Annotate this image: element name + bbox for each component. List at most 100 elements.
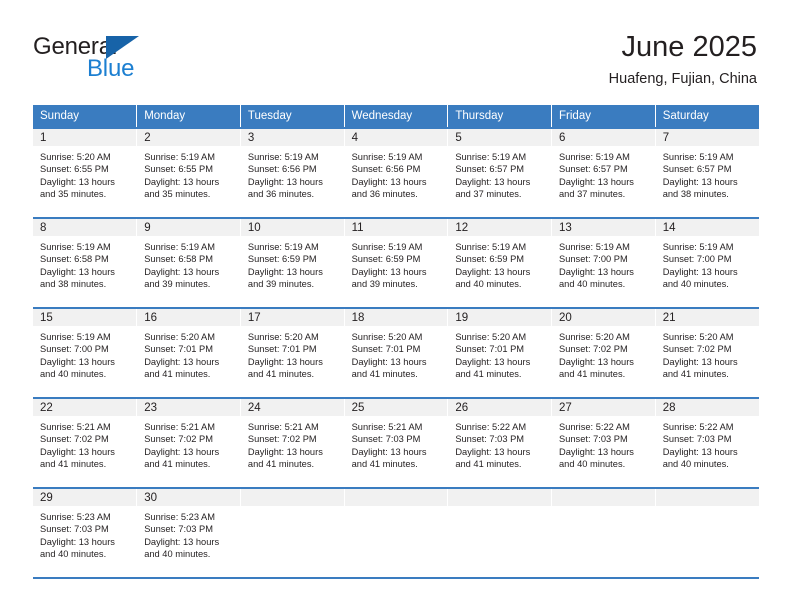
calendar-day-cell[interactable]: 28 Sunrise: 5:22 AM Sunset: 7:03 PM Dayligh… (655, 397, 759, 488)
sunset-time: Sunset: 6:57 PM (455, 164, 525, 175)
calendar-day-cell[interactable]: 25 Sunrise: 5:21 AM Sunset: 7:03 PM Dayligh… (344, 397, 449, 488)
sunrise-time: Sunrise: 5:19 AM (559, 152, 630, 162)
sunrise-time: Sunrise: 5:23 AM (40, 512, 111, 522)
day-cell-inner: 26 Sunrise: 5:22 AM Sunset: 7:03 PM Dayligh… (448, 399, 552, 487)
calendar-day-cell[interactable]: 15 Sunrise: 5:19 AM Sunset: 7:00 PM Dayligh… (33, 307, 138, 398)
daylight-duration-line2: and 39 minutes. (351, 279, 418, 290)
calendar-week-row: 22 Sunrise: 5:21 AM Sunset: 7:02 PM Dayligh… (33, 397, 759, 488)
sunset-time: Sunset: 7:02 PM (144, 434, 213, 445)
sunrise-time: Sunrise: 5:21 AM (351, 422, 423, 432)
calendar-day-cell[interactable]: 7 Sunrise: 5:19 AM Sunset: 6:57 PM Daylight… (655, 127, 759, 218)
daylight-duration-line1: Daylight: 13 hours (455, 446, 531, 457)
daylight-duration-line1: Daylight: 13 hours (351, 176, 427, 187)
day-number: 2 (137, 129, 240, 146)
daylight-duration-line2: and 41 minutes. (559, 369, 626, 380)
sunrise-sunset-calendar: Sunday Monday Tuesday Wednesday Thursday… (33, 105, 759, 579)
calendar-day-cell-empty (551, 487, 656, 579)
calendar-day-cell[interactable]: 21 Sunrise: 5:20 AM Sunset: 7:02 PM Dayligh… (655, 307, 759, 398)
calendar-day-cell[interactable]: 8 Sunrise: 5:19 AM Sunset: 6:58 PM Daylight… (33, 217, 138, 308)
daylight-duration-line1: Daylight: 13 hours (455, 266, 531, 277)
calendar-day-cell[interactable]: 1 Sunrise: 5:20 AM Sunset: 6:55 PM Daylight… (33, 127, 138, 218)
daylight-duration-line2: and 40 minutes. (559, 279, 626, 290)
calendar-day-cell[interactable]: 14 Sunrise: 5:19 AM Sunset: 7:00 PM Dayligh… (655, 217, 759, 308)
sunrise-time: Sunrise: 5:19 AM (144, 152, 216, 162)
calendar-day-cell[interactable]: 30 Sunrise: 5:23 AM Sunset: 7:03 PM Dayligh… (136, 487, 241, 579)
calendar-day-cell[interactable]: 5 Sunrise: 5:19 AM Sunset: 6:57 PM Daylight… (447, 127, 553, 218)
daylight-duration-line1: Daylight: 13 hours (144, 536, 220, 547)
day-cell-inner: 11 Sunrise: 5:19 AM Sunset: 6:59 PM Dayligh… (344, 219, 448, 307)
calendar-day-cell[interactable]: 26 Sunrise: 5:22 AM Sunset: 7:03 PM Dayligh… (447, 397, 553, 488)
calendar-day-cell[interactable]: 20 Sunrise: 5:20 AM Sunset: 7:02 PM Dayligh… (551, 307, 656, 398)
day-cell-inner: 18 Sunrise: 5:20 AM Sunset: 7:01 PM Dayligh… (344, 309, 448, 397)
sunrise-time: Sunrise: 5:19 AM (144, 242, 216, 252)
sunset-time: Sunset: 7:03 PM (662, 434, 732, 445)
day-cell-inner: 20 Sunrise: 5:20 AM Sunset: 7:02 PM Dayligh… (552, 309, 655, 397)
daylight-duration-line1: Daylight: 13 hours (144, 446, 220, 457)
day-number: 6 (552, 129, 655, 146)
weekday-header-sunday: Sunday (33, 105, 138, 128)
day-cell-inner: 17 Sunrise: 5:20 AM Sunset: 7:01 PM Dayligh… (240, 309, 344, 397)
calendar-day-cell[interactable]: 4 Sunrise: 5:19 AM Sunset: 6:56 PM Daylight… (344, 127, 449, 218)
day-number: 15 (33, 309, 137, 326)
calendar-day-cell[interactable]: 16 Sunrise: 5:20 AM Sunset: 7:01 PM Dayligh… (136, 307, 241, 398)
calendar-week-row: 8 Sunrise: 5:19 AM Sunset: 6:58 PM Daylight… (33, 217, 759, 308)
day-cell-inner: 8 Sunrise: 5:19 AM Sunset: 6:58 PM Daylight… (33, 219, 137, 307)
sunset-time: Sunset: 6:58 PM (40, 254, 109, 265)
calendar-day-cell[interactable]: 9 Sunrise: 5:19 AM Sunset: 6:58 PM Daylight… (136, 217, 241, 308)
calendar-day-cell[interactable]: 13 Sunrise: 5:19 AM Sunset: 7:00 PM Dayligh… (551, 217, 656, 308)
calendar-day-cell[interactable]: 19 Sunrise: 5:20 AM Sunset: 7:01 PM Dayligh… (447, 307, 553, 398)
day-cell-inner: 1 Sunrise: 5:20 AM Sunset: 6:55 PM Daylight… (33, 129, 137, 217)
daylight-duration-line1: Daylight: 13 hours (247, 266, 323, 277)
day-number: 23 (137, 399, 240, 416)
calendar-day-cell[interactable]: 17 Sunrise: 5:20 AM Sunset: 7:01 PM Dayligh… (240, 307, 345, 398)
calendar-day-cell[interactable]: 12 Sunrise: 5:19 AM Sunset: 6:59 PM Dayligh… (447, 217, 553, 308)
day-number: 4 (344, 129, 448, 146)
weekday-header-saturday: Saturday (655, 105, 759, 128)
sunrise-time: Sunrise: 5:20 AM (455, 332, 527, 342)
calendar-day-cell[interactable]: 29 Sunrise: 5:23 AM Sunset: 7:03 PM Dayligh… (33, 487, 138, 579)
daylight-duration-line2: and 41 minutes. (40, 459, 107, 470)
sunset-time: Sunset: 7:00 PM (40, 344, 109, 355)
day-cell-inner (552, 489, 655, 577)
daylight-duration-line2: and 39 minutes. (144, 279, 211, 290)
day-details: Sunrise: 5:22 AM Sunset: 7:03 PM Daylight:… (552, 416, 655, 471)
calendar-day-cell[interactable]: 2 Sunrise: 5:19 AM Sunset: 6:55 PM Daylight… (136, 127, 241, 218)
day-number: 30 (137, 489, 240, 506)
day-cell-inner: 19 Sunrise: 5:20 AM Sunset: 7:01 PM Dayligh… (448, 309, 552, 397)
daylight-duration-line1: Daylight: 13 hours (662, 266, 738, 277)
daylight-duration-line2: and 37 minutes. (559, 189, 626, 200)
day-cell-inner: 22 Sunrise: 5:21 AM Sunset: 7:02 PM Dayligh… (33, 399, 137, 487)
calendar-day-cell[interactable]: 18 Sunrise: 5:20 AM Sunset: 7:01 PM Dayligh… (344, 307, 449, 398)
day-details: Sunrise: 5:19 AM Sunset: 6:59 PM Daylight:… (345, 236, 448, 291)
daylight-duration-line1: Daylight: 13 hours (455, 176, 531, 187)
daylight-duration-line2: and 40 minutes. (662, 279, 729, 290)
daylight-duration-line1: Daylight: 13 hours (559, 176, 634, 187)
calendar-week-row: 15 Sunrise: 5:19 AM Sunset: 7:00 PM Dayligh… (33, 307, 759, 398)
day-number: 18 (344, 309, 448, 326)
sunrise-time: Sunrise: 5:19 AM (455, 242, 527, 252)
calendar-day-cell[interactable]: 23 Sunrise: 5:21 AM Sunset: 7:02 PM Dayligh… (136, 397, 241, 488)
sunrise-time: Sunrise: 5:20 AM (247, 332, 319, 342)
day-cell-inner: 6 Sunrise: 5:19 AM Sunset: 6:57 PM Daylight… (552, 129, 655, 217)
calendar-week-row: 29 Sunrise: 5:23 AM Sunset: 7:03 PM Dayligh… (33, 487, 759, 579)
calendar-day-cell[interactable]: 22 Sunrise: 5:21 AM Sunset: 7:02 PM Dayligh… (33, 397, 138, 488)
day-cell-inner: 16 Sunrise: 5:20 AM Sunset: 7:01 PM Dayligh… (137, 309, 240, 397)
day-cell-inner (344, 489, 448, 577)
sunrise-time: Sunrise: 5:19 AM (455, 152, 527, 162)
calendar-day-cell[interactable]: 6 Sunrise: 5:19 AM Sunset: 6:57 PM Daylight… (551, 127, 656, 218)
calendar-day-cell[interactable]: 27 Sunrise: 5:22 AM Sunset: 7:03 PM Dayligh… (551, 397, 656, 488)
calendar-day-cell[interactable]: 3 Sunrise: 5:19 AM Sunset: 6:56 PM Daylight… (240, 127, 345, 218)
calendar-day-cell[interactable]: 11 Sunrise: 5:19 AM Sunset: 6:59 PM Dayligh… (344, 217, 449, 308)
day-details: Sunrise: 5:21 AM Sunset: 7:02 PM Daylight:… (137, 416, 240, 471)
day-cell-inner: 15 Sunrise: 5:19 AM Sunset: 7:00 PM Dayligh… (33, 309, 137, 397)
calendar-day-cell[interactable]: 24 Sunrise: 5:21 AM Sunset: 7:02 PM Dayligh… (240, 397, 345, 488)
daylight-duration-line2: and 40 minutes. (455, 279, 522, 290)
weekday-header-tuesday: Tuesday (240, 105, 345, 128)
daylight-duration-line1: Daylight: 13 hours (351, 446, 427, 457)
calendar-week-row: 1 Sunrise: 5:20 AM Sunset: 6:55 PM Daylight… (33, 127, 759, 218)
sunrise-time: Sunrise: 5:22 AM (559, 422, 630, 432)
sunset-time: Sunset: 6:59 PM (455, 254, 525, 265)
day-details: Sunrise: 5:21 AM Sunset: 7:03 PM Daylight:… (345, 416, 448, 471)
calendar-day-cell[interactable]: 10 Sunrise: 5:19 AM Sunset: 6:59 PM Dayligh… (240, 217, 345, 308)
generalblue-logo[interactable]: General Blue (33, 34, 163, 86)
